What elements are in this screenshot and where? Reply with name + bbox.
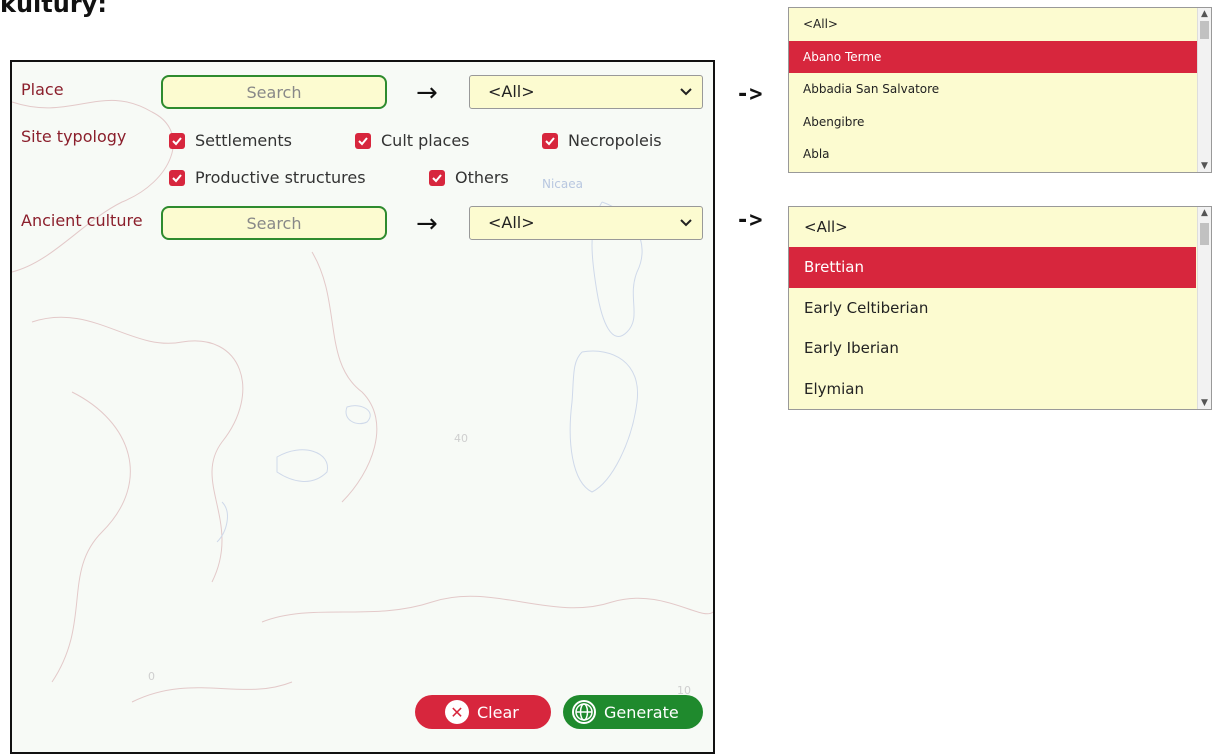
- checkmark-icon: [542, 132, 558, 149]
- pointer-arrow: ->: [736, 82, 763, 107]
- map-label-40: 40: [454, 432, 468, 445]
- page-heading: kultury:: [0, 0, 107, 18]
- scroll-up-icon[interactable]: ▲: [1198, 207, 1211, 219]
- culture-select-value: <All>: [488, 213, 535, 232]
- checkbox-label: Cult places: [381, 131, 470, 150]
- list-item[interactable]: Early Celtiberian: [789, 288, 1196, 328]
- scrollbar[interactable]: ▲ ▼: [1197, 8, 1211, 172]
- checkbox-necropoleis[interactable]: Necropoleis: [542, 131, 662, 150]
- list-item[interactable]: Abla: [789, 138, 1198, 171]
- checkbox-label: Others: [455, 168, 509, 187]
- generate-button[interactable]: Generate: [563, 695, 703, 729]
- list-item[interactable]: Abengibre: [789, 106, 1198, 139]
- place-select[interactable]: <All>: [469, 75, 703, 109]
- checkbox-label: Necropoleis: [568, 131, 662, 150]
- clear-button-label: Clear: [477, 702, 519, 722]
- x-circle-icon: ✕: [445, 700, 469, 724]
- place-select-value: <All>: [488, 82, 535, 101]
- checkmark-icon: [169, 169, 185, 186]
- ancient-culture-label: Ancient culture: [21, 211, 143, 230]
- culture-options-list[interactable]: <All> Brettian Early Celtiberian Early I…: [788, 206, 1212, 410]
- search-panel: Nicaea 40 0 10 Place → <All> Site typolo…: [10, 60, 715, 754]
- checkbox-cult-places[interactable]: Cult places: [355, 131, 470, 150]
- scrollbar-thumb[interactable]: [1200, 21, 1209, 39]
- checkbox-settlements[interactable]: Settlements: [169, 131, 292, 150]
- list-item-selected[interactable]: Abano Terme: [789, 40, 1198, 73]
- checkmark-icon: [429, 169, 445, 186]
- scrollbar-thumb[interactable]: [1200, 223, 1209, 245]
- checkbox-label: Productive structures: [195, 168, 366, 187]
- right-arrow-icon: →: [416, 209, 438, 239]
- scroll-up-icon[interactable]: ▲: [1198, 8, 1211, 20]
- right-arrow-icon: →: [416, 78, 438, 108]
- place-label: Place: [21, 80, 64, 99]
- background-map: Nicaea 40 0 10: [12, 99, 713, 703]
- list-item[interactable]: Abbadia San Salvatore: [789, 73, 1198, 106]
- checkmark-icon: [355, 132, 371, 149]
- checkbox-label: Settlements: [195, 131, 293, 150]
- clear-button[interactable]: ✕ Clear: [415, 695, 551, 729]
- list-item[interactable]: <All>: [789, 207, 1196, 247]
- checkmark-icon: [169, 132, 185, 149]
- list-item[interactable]: <All>: [789, 8, 1198, 41]
- map-label-nicaea: Nicaea: [542, 177, 583, 191]
- checkbox-productive-structures[interactable]: Productive structures: [169, 168, 366, 187]
- site-typology-label: Site typology: [21, 127, 127, 146]
- list-item[interactable]: Early Iberian: [789, 328, 1196, 368]
- pointer-arrow: ->: [736, 208, 763, 233]
- place-search-input[interactable]: [161, 75, 387, 109]
- place-options-list[interactable]: <All> Abano Terme Abbadia San Salvatore …: [788, 7, 1212, 173]
- scroll-down-icon[interactable]: ▼: [1198, 160, 1211, 172]
- culture-search-input[interactable]: [161, 206, 387, 240]
- generate-button-label: Generate: [604, 702, 679, 722]
- list-item[interactable]: Elymian: [789, 369, 1196, 409]
- chevron-down-icon: [680, 76, 692, 120]
- globe-icon: [572, 700, 596, 724]
- chevron-down-icon: [680, 207, 692, 251]
- list-item-selected[interactable]: Brettian: [789, 247, 1196, 288]
- scrollbar[interactable]: ▲ ▼: [1197, 207, 1211, 409]
- scroll-down-icon[interactable]: ▼: [1198, 397, 1211, 409]
- checkbox-others[interactable]: Others: [429, 168, 509, 187]
- map-label-0: 0: [148, 670, 155, 683]
- culture-select[interactable]: <All>: [469, 206, 703, 240]
